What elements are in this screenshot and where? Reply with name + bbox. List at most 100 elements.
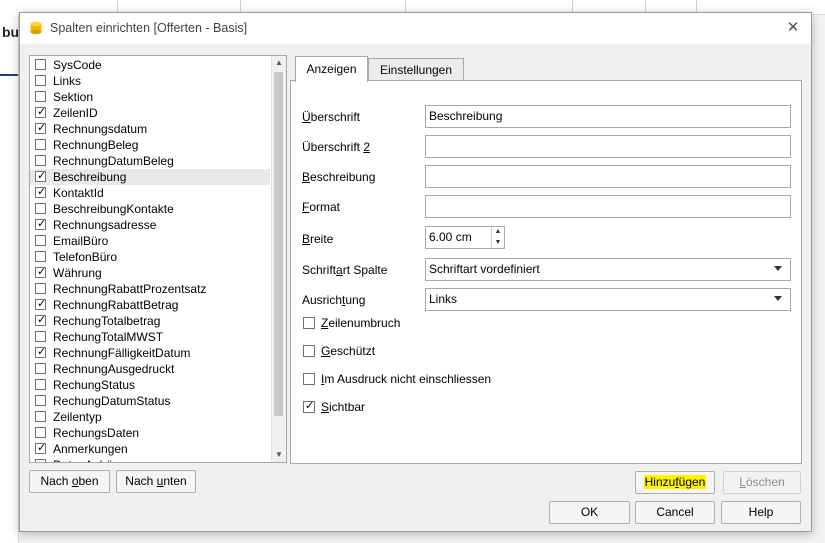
chevron-down-icon: [774, 266, 782, 271]
font-label-post: rt Spalte: [342, 263, 388, 277]
option-label[interactable]: Sichtbar: [321, 400, 365, 414]
list-item[interactable]: ✓ ZeilenID: [30, 105, 270, 121]
list-item[interactable]: ✓ Rechnungsdatum: [30, 121, 270, 137]
column-checkbox[interactable]: [35, 139, 46, 150]
columns-list-scrollbar[interactable]: ▲ ▼: [271, 56, 286, 462]
column-checkbox[interactable]: ✓: [35, 346, 46, 358]
list-item[interactable]: Sektion: [30, 89, 270, 105]
list-item[interactable]: ✓ Rechnungsadresse: [30, 217, 270, 233]
column-checkbox[interactable]: ✓: [35, 170, 46, 182]
column-checkbox[interactable]: [35, 75, 46, 86]
column-checkbox[interactable]: ✓: [35, 218, 46, 230]
column-label: RechnungRabattProzentsatz: [53, 282, 207, 296]
list-item[interactable]: ✓ Anmerkungen: [30, 441, 270, 457]
column-label: RechnungRabattBetrag: [53, 298, 179, 312]
list-item[interactable]: Zeilentyp: [30, 409, 270, 425]
list-item[interactable]: RechungTotalMWST: [30, 329, 270, 345]
column-label: RechnungDatumBeleg: [53, 154, 174, 168]
font-select[interactable]: Schriftart vordefiniert: [425, 258, 791, 281]
column-checkbox[interactable]: ✓: [35, 106, 46, 118]
list-item[interactable]: RechungDatumStatus: [30, 393, 270, 409]
list-item[interactable]: ✓ RechnungFälligkeitDatum: [30, 345, 270, 361]
spin-up-icon[interactable]: ▲: [492, 227, 504, 237]
column-checkbox[interactable]: [35, 411, 46, 422]
list-item[interactable]: BeschreibungKontakte: [30, 201, 270, 217]
heading-input[interactable]: Beschreibung: [425, 105, 791, 128]
description-label: Beschreibung: [302, 170, 375, 184]
option-label-rest: m Ausdruck nicht einschliessen: [324, 372, 492, 386]
scroll-down-icon[interactable]: ▼: [272, 448, 286, 462]
list-item[interactable]: ✓ RechungTotalbetrag: [30, 313, 270, 329]
option-label[interactable]: Geschützt: [321, 344, 375, 358]
format-input[interactable]: [425, 195, 791, 218]
column-label: Sektion: [53, 90, 94, 104]
column-checkbox[interactable]: ✓: [35, 298, 46, 310]
list-item[interactable]: ✓ RechnungRabattBetrag: [30, 297, 270, 313]
option-checkbox[interactable]: ✓: [303, 400, 315, 413]
column-checkbox[interactable]: ✓: [35, 266, 46, 278]
column-checkbox[interactable]: [35, 331, 46, 342]
column-checkbox[interactable]: [35, 459, 46, 462]
list-item[interactable]: ✓ KontaktId: [30, 185, 270, 201]
move-down-button[interactable]: Nach unten: [116, 470, 196, 493]
width-stepper[interactable]: 6.00 cm ▲ ▼: [425, 226, 505, 249]
delete-button[interactable]: Löschen: [723, 471, 801, 494]
list-item[interactable]: DatenAnhäng: [30, 457, 270, 462]
column-checkbox[interactable]: [35, 235, 46, 246]
column-checkbox[interactable]: [35, 379, 46, 390]
add-label-pre: Hinzu: [644, 475, 676, 489]
checkmark-icon: ✓: [37, 442, 47, 454]
list-item[interactable]: EmailBüro: [30, 233, 270, 249]
move-up-button[interactable]: Nach oben: [29, 470, 110, 493]
option-label[interactable]: Im Ausdruck nicht einschliessen: [321, 372, 491, 386]
move-down-label: Nach: [125, 474, 157, 488]
spin-down-icon[interactable]: ▼: [492, 238, 504, 248]
column-checkbox[interactable]: [35, 283, 46, 294]
alignment-select[interactable]: Links: [425, 288, 791, 311]
description-input[interactable]: [425, 165, 791, 188]
list-item[interactable]: ✓ Währung: [30, 265, 270, 281]
column-label: DatenAnhäng: [53, 458, 126, 462]
columns-setup-dialog: Spalten einrichten [Offerten - Basis] ✕ …: [19, 12, 812, 532]
list-item[interactable]: RechnungAusgedruckt: [30, 361, 270, 377]
option-label[interactable]: Zeilenumbruch: [321, 316, 400, 330]
column-checkbox[interactable]: [35, 155, 46, 166]
column-checkbox[interactable]: [35, 251, 46, 262]
column-checkbox[interactable]: [35, 91, 46, 102]
option-checkbox[interactable]: [303, 345, 315, 357]
column-checkbox[interactable]: ✓: [35, 442, 47, 454]
list-item[interactable]: RechnungDatumBeleg: [30, 153, 270, 169]
list-item[interactable]: RechungsDaten: [30, 425, 270, 441]
heading2-input[interactable]: [425, 135, 791, 158]
columns-list[interactable]: SysCode Links Sektion ✓ ZeilenID ✓ Rechnungsda…: [29, 55, 287, 463]
option-checkbox[interactable]: [303, 317, 315, 329]
column-checkbox[interactable]: [35, 203, 46, 214]
list-item[interactable]: SysCode: [30, 57, 270, 73]
list-item[interactable]: RechnungBeleg: [30, 137, 270, 153]
cancel-button[interactable]: Cancel: [635, 501, 715, 524]
column-checkbox[interactable]: ✓: [35, 186, 46, 198]
column-checkbox[interactable]: [35, 363, 46, 374]
heading-accesskey: Ü: [302, 110, 311, 124]
close-icon[interactable]: ✕: [783, 18, 803, 38]
column-checkbox[interactable]: ✓: [35, 314, 46, 326]
scrollbar-thumb[interactable]: [274, 72, 283, 416]
scroll-up-icon[interactable]: ▲: [272, 56, 286, 70]
column-checkbox[interactable]: [35, 59, 46, 70]
list-item[interactable]: RechnungRabattProzentsatz: [30, 281, 270, 297]
column-checkbox[interactable]: [35, 395, 46, 406]
help-button[interactable]: Help: [721, 501, 801, 524]
option-checkbox[interactable]: [303, 373, 315, 385]
tab-settings[interactable]: Einstellungen: [368, 58, 464, 81]
list-item[interactable]: TelefonBüro: [30, 249, 270, 265]
background-sidebar: bu: [0, 14, 19, 543]
ok-button[interactable]: OK: [549, 501, 630, 524]
background-accent-line: [0, 74, 18, 76]
list-item[interactable]: Links: [30, 73, 270, 89]
column-checkbox[interactable]: [35, 427, 46, 438]
add-button[interactable]: Hinzufügen: [635, 471, 715, 494]
list-item[interactable]: RechungStatus: [30, 377, 270, 393]
tab-display[interactable]: Anzeigen: [295, 56, 368, 82]
column-checkbox[interactable]: ✓: [35, 122, 46, 134]
list-item[interactable]: ✓ Beschreibung: [30, 169, 270, 185]
